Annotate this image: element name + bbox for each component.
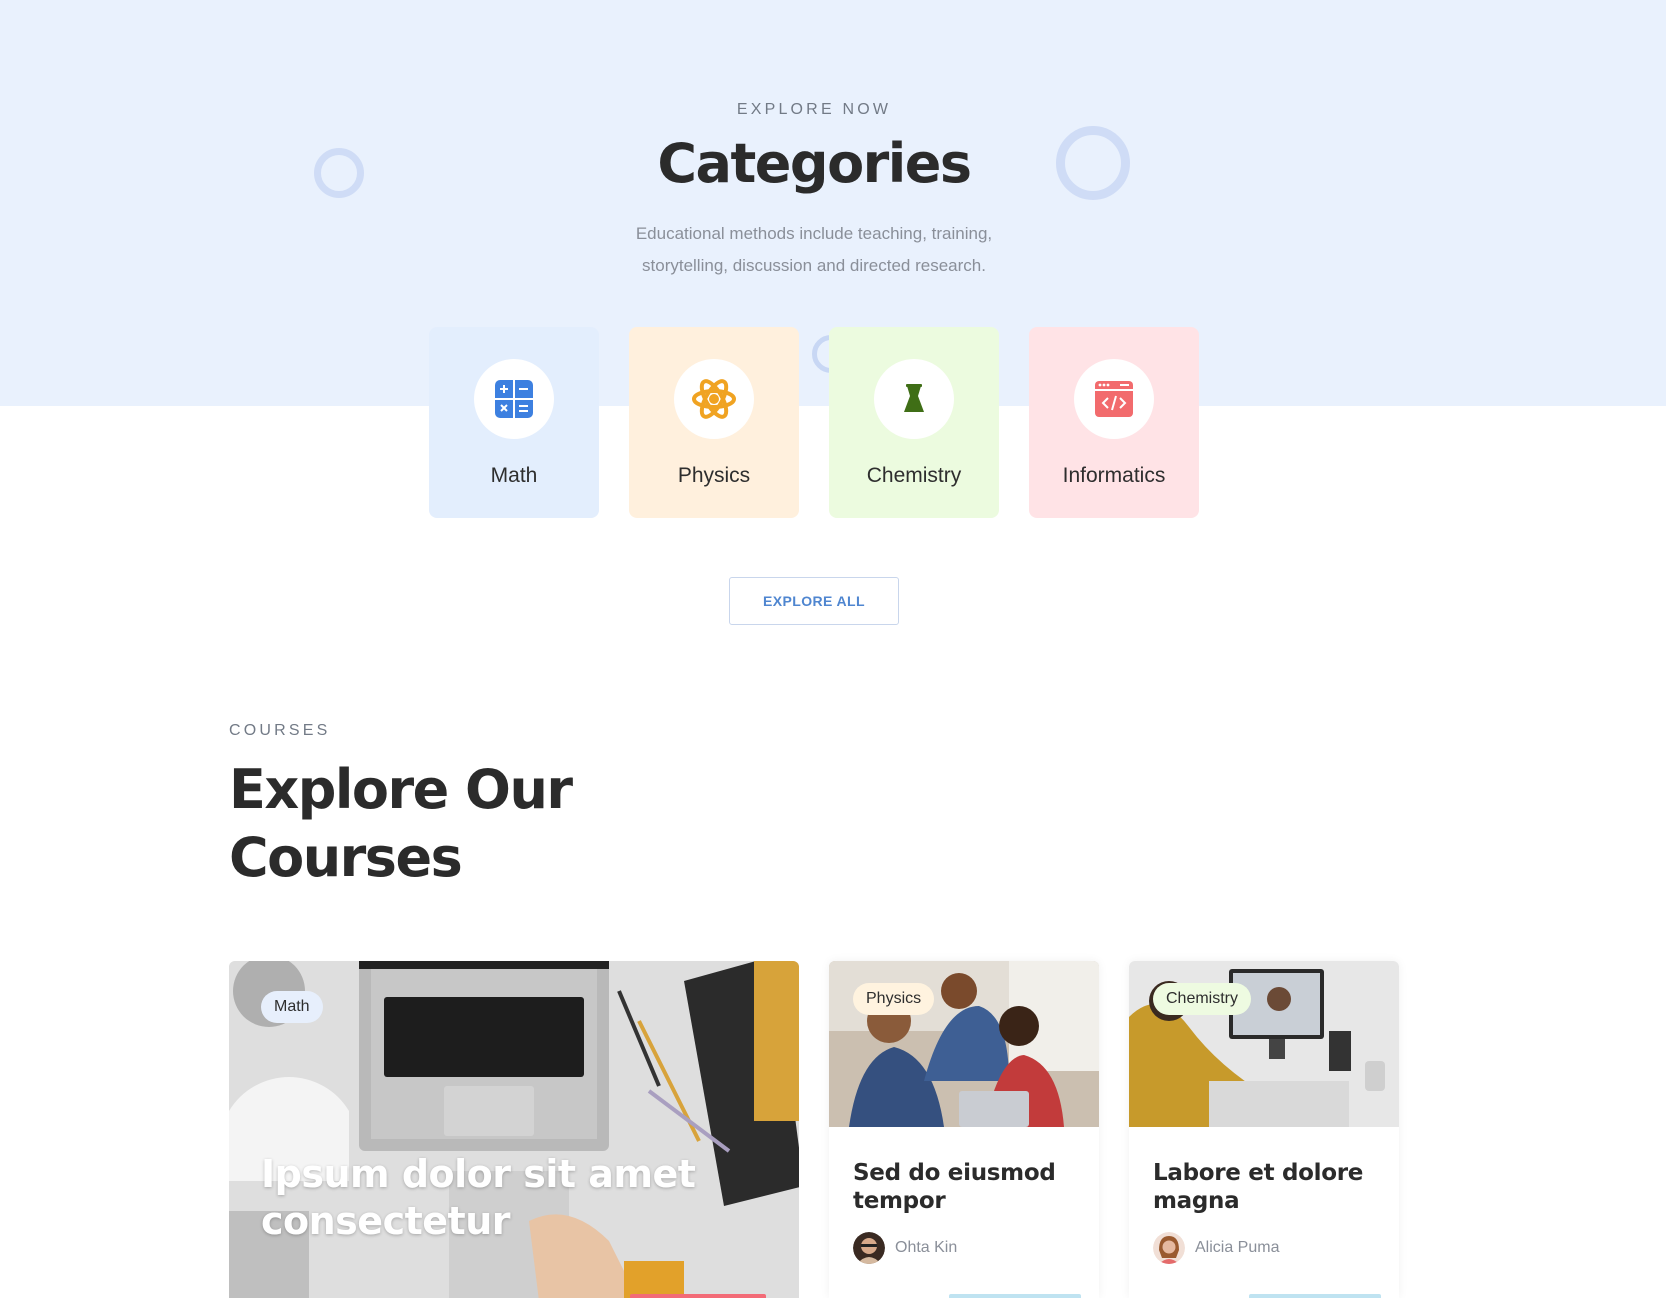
category-label-physics: Physics: [677, 464, 751, 487]
courses-title-line-2: Courses: [229, 826, 463, 889]
flask-icon: [874, 359, 954, 439]
course-title-featured[interactable]: Ipsum dolor sit amet consectetur: [261, 1151, 781, 1245]
avatar: [853, 1232, 885, 1264]
course-author-physics[interactable]: Ohta Kin: [853, 1232, 957, 1264]
chemistry-card-accent-bar: [1249, 1294, 1381, 1298]
avatar: [1153, 1232, 1185, 1264]
courses-title: Explore Our Courses: [229, 756, 749, 892]
course-card-physics[interactable]: Physics Sed do eiusmod tempor Ohta Kin: [829, 961, 1099, 1298]
category-card-chemistry[interactable]: Chemistry: [829, 327, 999, 518]
course-tag-physics: Physics: [853, 983, 935, 1015]
author-name: Alicia Puma: [1195, 1239, 1280, 1256]
category-card-physics[interactable]: Physics: [629, 327, 799, 518]
explore-all-button[interactable]: EXPLORE ALL: [729, 577, 899, 625]
calculator-icon: [474, 359, 554, 439]
course-card-chemistry[interactable]: Chemistry Labore et dolore magna Alicia …: [1129, 961, 1399, 1298]
physics-card-accent-bar: [949, 1294, 1081, 1298]
courses-eyebrow: COURSES: [229, 722, 331, 739]
category-card-informatics[interactable]: Informatics: [1029, 327, 1199, 518]
course-author-chemistry[interactable]: Alicia Puma: [1153, 1232, 1279, 1264]
course-card-featured[interactable]: Math Ipsum dolor sit amet consectetur: [229, 961, 799, 1298]
featured-card-accent-bar: [630, 1294, 766, 1298]
categories-description: Educational methods include teaching, tr…: [564, 218, 1064, 282]
course-title-chemistry[interactable]: Labore et dolore magna: [1153, 1159, 1383, 1215]
description-line-2: storytelling, discussion and directed re…: [642, 256, 986, 275]
category-label-math: Math: [490, 464, 538, 487]
code-window-icon: [1074, 359, 1154, 439]
course-tag-chemistry: Chemistry: [1153, 983, 1252, 1015]
course-title-physics[interactable]: Sed do eiusmod tempor: [853, 1159, 1083, 1215]
category-label-chemistry: Chemistry: [866, 464, 962, 487]
author-name: Ohta Kin: [895, 1239, 958, 1256]
course-tag-math: Math: [261, 991, 323, 1023]
description-line-1: Educational methods include teaching, tr…: [635, 224, 993, 243]
categories-title: Categories: [657, 132, 972, 195]
category-card-math[interactable]: Math: [429, 327, 599, 518]
categories-eyebrow: EXPLORE NOW: [736, 101, 892, 118]
category-label-informatics: Informatics: [1062, 464, 1166, 487]
atom-icon: [674, 359, 754, 439]
courses-title-line-1: Explore Our: [229, 758, 573, 821]
